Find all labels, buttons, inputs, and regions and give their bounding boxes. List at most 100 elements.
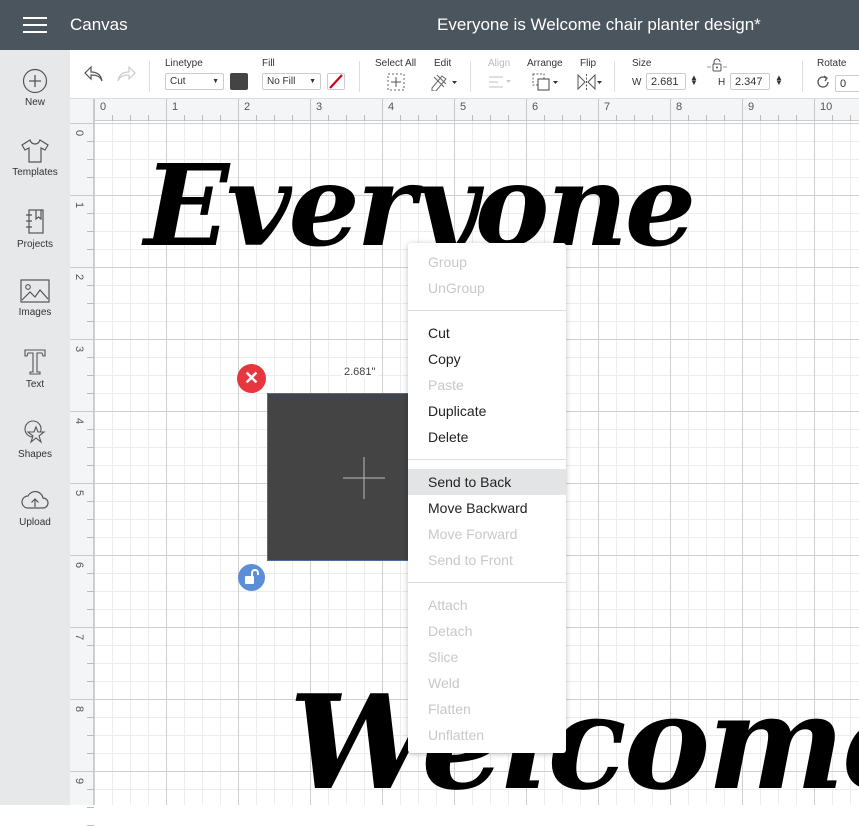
menu-item-delete[interactable]: Delete bbox=[408, 424, 566, 450]
ruler-minor-tick bbox=[87, 609, 94, 610]
ruler-tick-label: 9 bbox=[748, 101, 755, 113]
ruler-minor-tick bbox=[87, 141, 94, 142]
linetype-label: Linetype bbox=[165, 58, 203, 69]
selection-width-label: 2.681" bbox=[341, 366, 379, 378]
select-all-label: Select All bbox=[375, 58, 417, 69]
menu-item-cut[interactable]: Cut bbox=[408, 320, 566, 346]
app-title: Canvas bbox=[70, 15, 128, 34]
menu-item-ungroup: UnGroup bbox=[428, 280, 485, 296]
edit-icon[interactable] bbox=[430, 73, 458, 91]
ruler-tick-label: 9 bbox=[73, 777, 86, 785]
ruler-major-tick bbox=[742, 99, 743, 121]
menu-separator bbox=[408, 459, 566, 460]
ruler-major-tick bbox=[166, 99, 167, 121]
plus-circle-icon bbox=[22, 68, 48, 94]
ruler-tick-label: 4 bbox=[73, 417, 86, 425]
menu-item-duplicate[interactable]: Duplicate bbox=[408, 398, 566, 424]
ruler-minor-tick bbox=[87, 393, 94, 394]
tshirt-icon bbox=[21, 139, 49, 163]
ruler-minor-tick bbox=[87, 807, 94, 808]
ruler-minor-tick bbox=[87, 213, 94, 214]
undo-icon[interactable] bbox=[83, 65, 105, 83]
width-label: W bbox=[632, 77, 642, 88]
height-input[interactable]: 2.347 bbox=[730, 73, 770, 90]
sidebar-item-label: Projects bbox=[16, 239, 54, 250]
menu-item-unflatten: Unflatten bbox=[428, 727, 485, 743]
select-all-icon[interactable] bbox=[387, 73, 405, 91]
ruler-major-tick bbox=[454, 99, 455, 121]
ruler-tick-label: 1 bbox=[172, 101, 179, 113]
ruler-major-tick bbox=[238, 99, 239, 121]
ruler-tick-label: 8 bbox=[676, 101, 683, 113]
flip-icon[interactable] bbox=[576, 73, 604, 91]
close-icon: ✕ bbox=[243, 368, 260, 388]
ruler-major-tick bbox=[70, 411, 94, 412]
ruler-major-tick bbox=[70, 771, 94, 772]
sidebar-item-label: Shapes bbox=[18, 449, 52, 460]
menu-item-send-to-back[interactable]: Send to Back bbox=[408, 469, 566, 495]
document-title: Everyone is Welcome chair planter design… bbox=[437, 15, 761, 34]
sidebar-item-new[interactable]: New bbox=[0, 68, 70, 138]
ruler-tick-label: 5 bbox=[73, 489, 86, 497]
linetype-select[interactable]: Cut ▼ bbox=[165, 73, 224, 90]
rotate-label: Rotate bbox=[817, 58, 847, 69]
ruler-minor-tick bbox=[87, 357, 94, 358]
menu-item-move-forward: Move Forward bbox=[428, 526, 518, 542]
ruler-minor-tick bbox=[87, 321, 94, 322]
ruler-minor-tick bbox=[87, 429, 94, 430]
ruler-major-tick bbox=[70, 699, 94, 700]
ruler-tick-label: 2 bbox=[73, 273, 86, 281]
ruler-minor-tick bbox=[87, 735, 94, 736]
ruler-major-tick bbox=[310, 99, 311, 121]
edit-label: Edit bbox=[434, 58, 452, 69]
ruler-tick-label: 0 bbox=[73, 129, 86, 137]
ruler-minor-tick bbox=[87, 645, 94, 646]
menu-icon[interactable] bbox=[23, 17, 47, 33]
rotate-input[interactable]: 0 bbox=[835, 75, 859, 92]
flip-label: Flip bbox=[580, 58, 597, 69]
width-stepper[interactable]: ▲ ▼ bbox=[690, 74, 698, 87]
ruler-tick-label: 2 bbox=[244, 101, 251, 113]
ruler-minor-tick bbox=[87, 231, 94, 232]
canvas-text-welcome[interactable]: Welcome bbox=[289, 666, 859, 805]
ruler-major-tick bbox=[70, 267, 94, 268]
ruler-tick-label: 7 bbox=[604, 101, 611, 113]
sidebar-item-projects[interactable]: Projects bbox=[0, 208, 70, 278]
divider bbox=[802, 61, 803, 92]
menu-item-copy[interactable]: Copy bbox=[408, 346, 566, 372]
menu-item-paste: Paste bbox=[428, 377, 464, 393]
ruler-major-tick bbox=[70, 555, 94, 556]
ruler-tick-label: 1 bbox=[73, 201, 86, 209]
redo-icon[interactable] bbox=[115, 65, 137, 83]
lock-ratio-icon[interactable] bbox=[707, 58, 727, 72]
ruler-minor-tick bbox=[87, 177, 94, 178]
sidebar-item-images[interactable]: Images bbox=[0, 278, 70, 348]
sidebar-item-shapes[interactable]: Shapes bbox=[0, 418, 70, 488]
ruler-minor-tick bbox=[87, 249, 94, 250]
sidebar-item-label: Templates bbox=[12, 167, 58, 178]
ruler-major-tick bbox=[70, 339, 94, 340]
rotate-icon[interactable] bbox=[816, 75, 832, 89]
height-label: H bbox=[718, 77, 726, 88]
unlock-icon bbox=[245, 569, 259, 584]
sidebar-item-upload[interactable]: Upload bbox=[0, 488, 70, 558]
width-input[interactable]: 2.681 bbox=[646, 73, 686, 90]
ruler-minor-tick bbox=[87, 753, 94, 754]
top-bar: Canvas Everyone is Welcome chair planter… bbox=[0, 0, 859, 50]
ruler-major-tick bbox=[70, 627, 94, 628]
lock-proportions-button[interactable] bbox=[238, 564, 265, 591]
arrange-icon[interactable] bbox=[532, 73, 560, 91]
menu-item-move-backward[interactable]: Move Backward bbox=[408, 495, 566, 521]
ruler-major-tick bbox=[94, 99, 95, 121]
fill-color-swatch[interactable] bbox=[327, 73, 345, 90]
height-stepper[interactable]: ▲ ▼ bbox=[775, 74, 783, 87]
sidebar-item-templates[interactable]: Templates bbox=[0, 138, 70, 208]
sidebar-item-label: New bbox=[24, 97, 45, 108]
menu-separator bbox=[408, 582, 566, 583]
linetype-color-swatch[interactable] bbox=[230, 73, 248, 90]
arrange-label: Arrange bbox=[527, 58, 563, 69]
fill-select[interactable]: No Fill ▼ bbox=[262, 73, 321, 90]
selected-square-shape[interactable] bbox=[267, 393, 417, 561]
sidebar-item-text[interactable]: Text bbox=[0, 348, 70, 418]
delete-selection-button[interactable]: ✕ bbox=[237, 364, 266, 393]
